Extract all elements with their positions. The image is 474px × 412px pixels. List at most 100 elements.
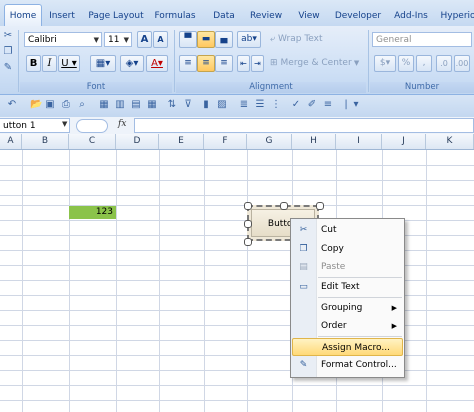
column-header-g[interactable]: G [247, 134, 292, 149]
submenu-arrow-icon: ▶ [391, 304, 397, 312]
insert-function-icon[interactable]: fx [118, 119, 126, 129]
currency-format-icon[interactable]: $▾ [374, 55, 396, 72]
alignment-group-label: Alignment [176, 82, 366, 93]
column-header-d[interactable]: D [116, 134, 159, 149]
menu-item-grouping[interactable]: Grouping ▶ [292, 299, 403, 317]
formula-input[interactable] [134, 118, 474, 133]
column-header-c[interactable]: C [69, 134, 116, 149]
row-icon[interactable]: ▤ [130, 99, 142, 111]
highlight-icon[interactable]: ✐ [306, 99, 318, 111]
resize-handle[interactable] [244, 202, 252, 210]
format-painter-icon[interactable]: ✎ [2, 62, 14, 74]
column-header-e[interactable]: E [159, 134, 204, 149]
number-format-combobox[interactable]: General [372, 32, 472, 47]
check-icon[interactable]: ✓ [290, 99, 302, 111]
resize-handle[interactable] [244, 238, 252, 246]
resize-handle[interactable] [244, 220, 252, 228]
open-icon[interactable]: 📂 [30, 99, 42, 111]
save-icon[interactable]: ▣ [44, 99, 56, 111]
tab-page-layout[interactable]: Page Layout [86, 8, 146, 26]
undo-icon[interactable]: ↶ [6, 99, 18, 111]
tab-data[interactable]: Data [206, 8, 242, 26]
distribute-icon[interactable]: ☰ [254, 99, 266, 111]
copy-icon[interactable]: ❐ [2, 46, 14, 58]
orientation-icon[interactable]: ab▾ [237, 31, 261, 48]
cut-icon[interactable]: ✂ [2, 30, 14, 42]
chevron-down-icon[interactable]: ▼ [62, 120, 67, 128]
sort-icon[interactable]: ⇅ [166, 99, 178, 111]
font-size-combobox[interactable]: 11 ▼ [104, 32, 132, 47]
spacing-icon[interactable]: ⋮ [270, 99, 282, 111]
tab-formulas[interactable]: Formulas [152, 8, 198, 26]
tab-insert[interactable]: Insert [44, 8, 80, 26]
menu-item-assign-macro[interactable]: Assign Macro... [292, 338, 403, 356]
italic-button[interactable]: I [42, 55, 57, 72]
fill-color-icon[interactable]: ◈▾ [120, 55, 144, 72]
menu-item-cut[interactable]: ✂ Cut [292, 221, 403, 239]
align-bottom-icon[interactable]: ▄ [215, 31, 233, 48]
font-name-combobox[interactable]: Calibri ▼ [24, 32, 102, 47]
copy-icon: ❐ [299, 244, 308, 254]
menu-item-format-control[interactable]: ✎ Format Control... [292, 356, 403, 374]
merge-center-label: Merge & Center [280, 58, 352, 68]
column-icon[interactable]: ▥ [114, 99, 126, 111]
tab-review[interactable]: Review [246, 8, 286, 26]
name-box[interactable]: utton 1 [0, 118, 70, 133]
chevron-down-icon: ▼ [351, 59, 360, 67]
resize-handle[interactable] [280, 202, 288, 210]
tab-developer[interactable]: Developer [334, 8, 382, 26]
wrap-text-button[interactable]: ⤶ Wrap Text [270, 32, 370, 47]
grow-font-icon[interactable]: A [137, 31, 152, 48]
column-header-i[interactable]: I [336, 134, 382, 149]
percent-format-icon[interactable]: % [398, 55, 414, 72]
print-preview-icon[interactable]: ⌕ [76, 99, 88, 111]
merge-center-icon: ⊞ [270, 58, 278, 68]
align-left-icon[interactable]: ≡ [179, 55, 197, 72]
increase-indent-icon[interactable]: ⇥ [251, 55, 264, 72]
borders-icon[interactable]: ▦▾ [90, 55, 116, 72]
edit-text-icon: ▭ [299, 282, 308, 292]
menu-item-edit-text[interactable]: ▭ Edit Text [292, 278, 403, 296]
menu-item-paste[interactable]: ▤ Paste [292, 258, 403, 276]
grid-icon[interactable]: ▦ [98, 99, 110, 111]
table-icon[interactable]: ▦ [146, 99, 158, 111]
lines-icon[interactable]: ≡ [322, 99, 334, 111]
font-color-icon[interactable]: A▾ [146, 55, 168, 72]
picture-icon[interactable]: ▨ [216, 99, 228, 111]
column-header-h[interactable]: H [292, 134, 336, 149]
align-icon[interactable]: ≣ [238, 99, 250, 111]
tab-view[interactable]: View [292, 8, 326, 26]
decrease-indent-icon[interactable]: ⇤ [237, 55, 250, 72]
align-middle-icon[interactable]: ▬ [197, 31, 215, 48]
cell-c-value[interactable]: 123 [69, 206, 116, 219]
column-header-k[interactable]: K [426, 134, 474, 149]
number-format-value: General [376, 35, 412, 45]
column-header-f[interactable]: F [204, 134, 247, 149]
merge-center-button[interactable]: ⊞ Merge & Center ▼ [270, 56, 370, 71]
decrease-decimal-icon[interactable]: .00 [454, 55, 470, 72]
font-name-value: Calibri [28, 35, 57, 45]
tab-hyperio[interactable]: Hyperio [438, 8, 474, 26]
filter-icon[interactable]: ⊽ [182, 99, 194, 111]
bold-button[interactable]: B [26, 55, 41, 72]
increase-decimal-icon[interactable]: .0 [436, 55, 452, 72]
group-separator [368, 30, 369, 92]
comma-style-icon[interactable]: , [416, 55, 432, 72]
align-right-icon[interactable]: ≡ [215, 55, 233, 72]
shrink-font-icon[interactable]: A [153, 31, 168, 48]
resize-handle[interactable] [316, 202, 324, 210]
column-header-b[interactable]: B [22, 134, 69, 149]
align-top-icon[interactable]: ▀ [179, 31, 197, 48]
menu-item-copy[interactable]: ❐ Copy [292, 240, 403, 258]
formula-resize-handle[interactable] [76, 119, 108, 133]
chart-icon[interactable]: ▮ [200, 99, 212, 111]
tab-add-ins[interactable]: Add-Ins [390, 8, 432, 26]
tab-home[interactable]: Home [4, 4, 42, 28]
align-center-icon[interactable]: ≡ [197, 55, 215, 72]
customize-toolbar-icon[interactable]: ▾ [350, 99, 362, 111]
underline-button[interactable]: U ▾ [58, 55, 80, 72]
print-icon[interactable]: ⎙ [60, 99, 72, 111]
column-header-j[interactable]: J [382, 134, 426, 149]
column-header-a[interactable]: A [0, 134, 22, 149]
menu-item-order[interactable]: Order ▶ [292, 317, 403, 335]
